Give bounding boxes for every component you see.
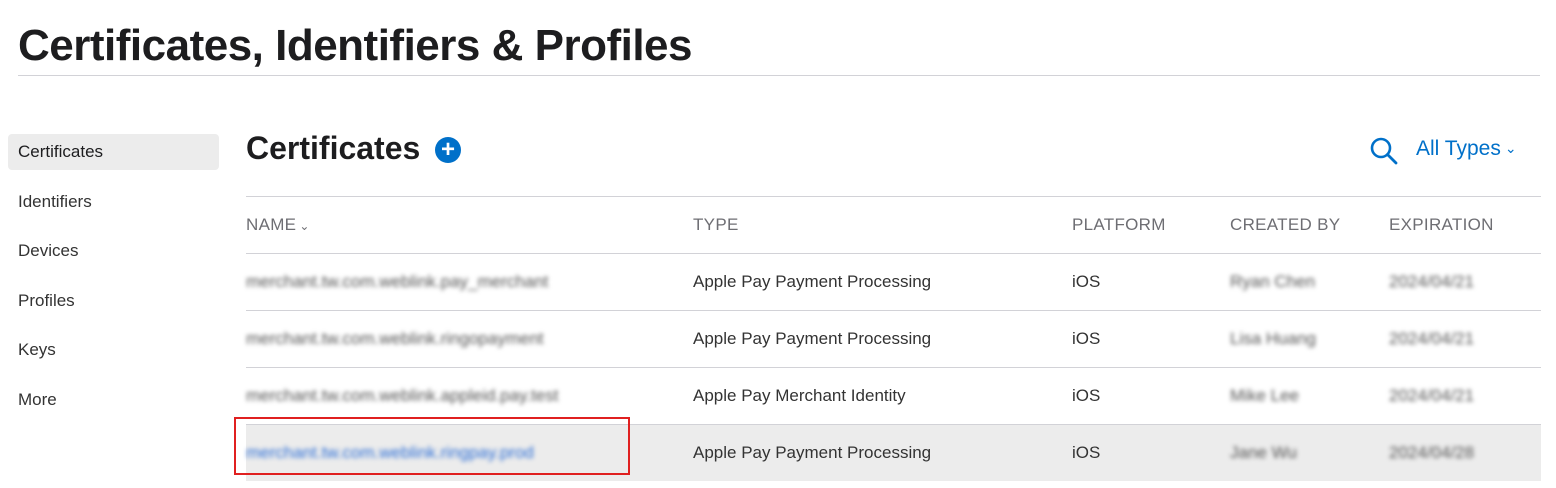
certificate-platform: iOS (1072, 386, 1101, 405)
sidebar-item-devices[interactable]: Devices (8, 233, 219, 269)
section-title: Certificates (246, 130, 421, 166)
plus-circle-icon: + (440, 136, 455, 163)
certificate-created-by: Lisa Huang (1230, 329, 1317, 348)
certificate-type: Apple Pay Merchant Identity (693, 386, 906, 405)
table-row[interactable]: merchant.tw.com.weblink.ringopayment App… (246, 311, 1541, 367)
certificate-created-by: Jane Wu (1230, 443, 1297, 462)
search-icon[interactable] (1369, 136, 1399, 166)
certificate-name-link[interactable]: merchant.tw.com.weblink.ringpay.prod (246, 443, 534, 462)
sidebar-item-profiles[interactable]: Profiles (8, 283, 219, 319)
certificate-created-by: Mike Lee (1230, 386, 1299, 405)
certificate-name[interactable]: merchant.tw.com.weblink.pay_merchant (246, 272, 548, 291)
table-row[interactable]: merchant.tw.com.weblink.pay_merchant App… (246, 254, 1541, 310)
add-certificate-button[interactable]: + (435, 137, 461, 163)
sidebar-item-certificates[interactable]: Certificates (8, 134, 219, 170)
certificate-platform: iOS (1072, 329, 1101, 348)
certificate-expiration: 2024/04/21 (1389, 329, 1475, 348)
filter-label: All Types (1416, 137, 1501, 160)
sidebar-item-identifiers[interactable]: Identifiers (8, 184, 219, 220)
page-title: Certificates, Identifiers & Profiles (18, 21, 693, 70)
certificate-expiration: 2024/04/28 (1389, 443, 1475, 462)
sidebar-item-keys[interactable]: Keys (8, 332, 219, 368)
certificate-platform: iOS (1072, 443, 1101, 462)
column-header-platform[interactable]: PLATFORM (1072, 197, 1166, 253)
certificate-type: Apple Pay Payment Processing (693, 443, 932, 462)
certificate-type: Apple Pay Payment Processing (693, 272, 932, 291)
column-header-name-label: NAME (246, 215, 297, 234)
chevron-down-icon: ⌄ (299, 219, 310, 233)
certificate-expiration: 2024/04/21 (1389, 386, 1475, 405)
table-row[interactable]: merchant.tw.com.weblink.appleid.pay.test… (246, 368, 1541, 424)
certificate-expiration: 2024/04/21 (1389, 272, 1475, 291)
sidebar: Certificates Identifiers Devices Profile… (8, 134, 219, 431)
sidebar-item-more[interactable]: More (8, 382, 219, 418)
table-header: NAME ⌄ TYPE PLATFORM CREATED BY EXPIRATIO… (246, 197, 1541, 253)
chevron-down-icon: ⌄ (1504, 140, 1517, 156)
certificate-name[interactable]: merchant.tw.com.weblink.ringopayment (246, 329, 544, 348)
column-header-created-by[interactable]: CREATED BY (1230, 197, 1340, 253)
certificate-name[interactable]: merchant.tw.com.weblink.appleid.pay.test (246, 386, 558, 405)
column-header-expiration[interactable]: EXPIRATION (1389, 197, 1494, 253)
certificate-created-by: Ryan Chen (1230, 272, 1316, 291)
certificate-type: Apple Pay Payment Processing (693, 329, 932, 348)
certificate-platform: iOS (1072, 272, 1101, 291)
title-divider (18, 75, 1540, 76)
column-header-name[interactable]: NAME ⌄ (246, 197, 310, 254)
table-row-selected[interactable]: merchant.tw.com.weblink.ringpay.prod App… (246, 425, 1541, 481)
type-filter-dropdown[interactable]: All Types ⌄ (1416, 134, 1517, 163)
column-header-type[interactable]: TYPE (693, 197, 739, 253)
certificates-table: NAME ⌄ TYPE PLATFORM CREATED BY EXPIRATIO… (246, 196, 1541, 481)
